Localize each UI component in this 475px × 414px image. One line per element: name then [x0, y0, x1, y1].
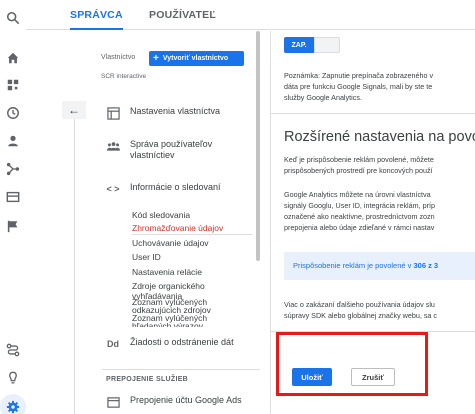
banner-count[interactable]: 306 z 3 [414, 261, 439, 270]
para2-line-4: prepojenia alebo údaje zdieľané v rámci … [284, 223, 435, 232]
users-icon [104, 139, 122, 153]
nav-tracking-info-label: Informácie o sledovaní [130, 182, 221, 192]
sub-search-term-exclusion[interactable]: Zoznam vylúčených hľadaných výrazov [132, 314, 232, 327]
panel-divider [74, 119, 75, 414]
nav-google-ads-link[interactable]: Prepojenie účtu Google Ads [104, 395, 242, 409]
section-heading: Rozšírené nastavenia na povol [284, 129, 475, 145]
property-panel: Vlastníctvo + Vytvoriť vlastníctvo SCR i… [26, 31, 260, 414]
left-rail [0, 0, 26, 414]
flag-icon[interactable] [5, 218, 21, 234]
table-icon[interactable] [5, 189, 21, 205]
property-label: Vlastníctvo [101, 54, 136, 61]
sub-session-settings[interactable]: Nastavenia relácie [132, 267, 202, 277]
sub-data-collection[interactable]: Zhromažďovanie údajov [132, 223, 253, 235]
settings-icon[interactable] [5, 399, 21, 414]
plus-icon: + [153, 52, 159, 64]
create-property-button[interactable]: + Vytvoriť vlastníctvo [149, 51, 244, 66]
note-line-2: dáta pre funkciu Google Signals, mali by… [284, 82, 433, 91]
tab-pouzivatel[interactable]: POUŽÍVATEĽ [149, 0, 216, 30]
nav-tracking-info[interactable]: < > Informácie o sledovaní [104, 182, 221, 196]
sub-data-retention[interactable]: Uchovávanie údajov [132, 238, 209, 248]
section-separator [102, 369, 260, 370]
analytics-admin-screen: SPRÁVCA POUŽÍVATEĽ Vlastníctvo + Vytvori… [0, 0, 475, 414]
sub-user-id[interactable]: User ID [132, 252, 161, 262]
nav-property-users-label: Správa používateľov vlastníctiev [130, 139, 213, 160]
nav-google-ads-link-label: Prepojenie účtu Google Ads [130, 395, 242, 405]
search-icon[interactable] [5, 10, 21, 26]
property-name: SCR interactive [101, 73, 147, 80]
para2-line-1: Google Analytics môžete na úrovni vlastn… [284, 190, 431, 199]
share-icon[interactable] [5, 161, 21, 177]
para2-line-2: signály Googlu, User ID, integrácia rekl… [284, 201, 436, 210]
dd-icon: Dd [107, 339, 119, 349]
toggle-on-label: ZAP. [284, 37, 314, 53]
para1-line-1: Keď je prispôsobenie reklám povolené, mô… [284, 155, 434, 164]
bulb-icon[interactable] [5, 370, 21, 386]
home-icon[interactable] [5, 50, 21, 66]
create-property-label: Vytvoriť vlastníctvo [162, 55, 229, 62]
note-line-3: služby Google Analytics. [284, 93, 362, 102]
route-icon[interactable] [5, 342, 21, 358]
property-settings-icon [104, 106, 122, 120]
header-tabs: SPRÁVCA POUŽÍVATEĽ [26, 0, 475, 30]
note-line-1: Poznámka: Zapnutie prepínača zobrazeného… [284, 71, 434, 80]
section-divider [270, 113, 475, 114]
product-linking-heading: PREPOJENIE SLUŽIEB [106, 376, 189, 383]
ads-personalization-banner: Prispôsobenie reklám je povolené v 306 z… [284, 252, 475, 280]
content-border [270, 31, 271, 414]
reports-icon[interactable] [5, 77, 21, 93]
code-icon: < > [106, 184, 120, 194]
left-panel-scrollbar[interactable] [256, 31, 260, 261]
para1-line-2: prispôsobených prostredí pre koncových p… [284, 166, 433, 175]
sub-tracking-code[interactable]: Kód sledovania [132, 210, 190, 220]
realtime-icon[interactable] [5, 105, 21, 121]
nav-data-deletion[interactable]: Dd Žiadosti o odstránenie dát [104, 337, 234, 351]
para2-line-3: označené ako neaktívne, prostredníctvom … [284, 212, 435, 221]
para3-line-2: súpravy SDK alebo globálnej značky webu,… [284, 311, 438, 320]
nav-data-deletion-label: Žiadosti o odstránenie dát [130, 337, 234, 347]
para3-line-1: Viac o zakázaní ďalšieho používania údaj… [284, 300, 435, 309]
toggle-knob [314, 37, 340, 53]
user-icon[interactable] [5, 133, 21, 149]
banner-text: Prispôsobenie reklám je povolené v [293, 261, 412, 270]
sub-referral-exclusion[interactable]: Zoznam vylúčených odkazujúcich zdrojov [132, 298, 232, 315]
nav-property-settings-label: Nastavenia vlastníctva [130, 106, 221, 116]
ads-link-icon [104, 395, 122, 409]
nav-property-users[interactable]: Správa používateľov vlastníctiev [104, 139, 225, 161]
tab-spravca[interactable]: SPRÁVCA [70, 0, 123, 30]
back-arrow-icon[interactable]: ← [62, 101, 86, 119]
highlight-box [276, 332, 428, 396]
signals-toggle[interactable]: ZAP. [284, 37, 340, 53]
nav-property-settings[interactable]: Nastavenia vlastníctva [104, 106, 220, 120]
